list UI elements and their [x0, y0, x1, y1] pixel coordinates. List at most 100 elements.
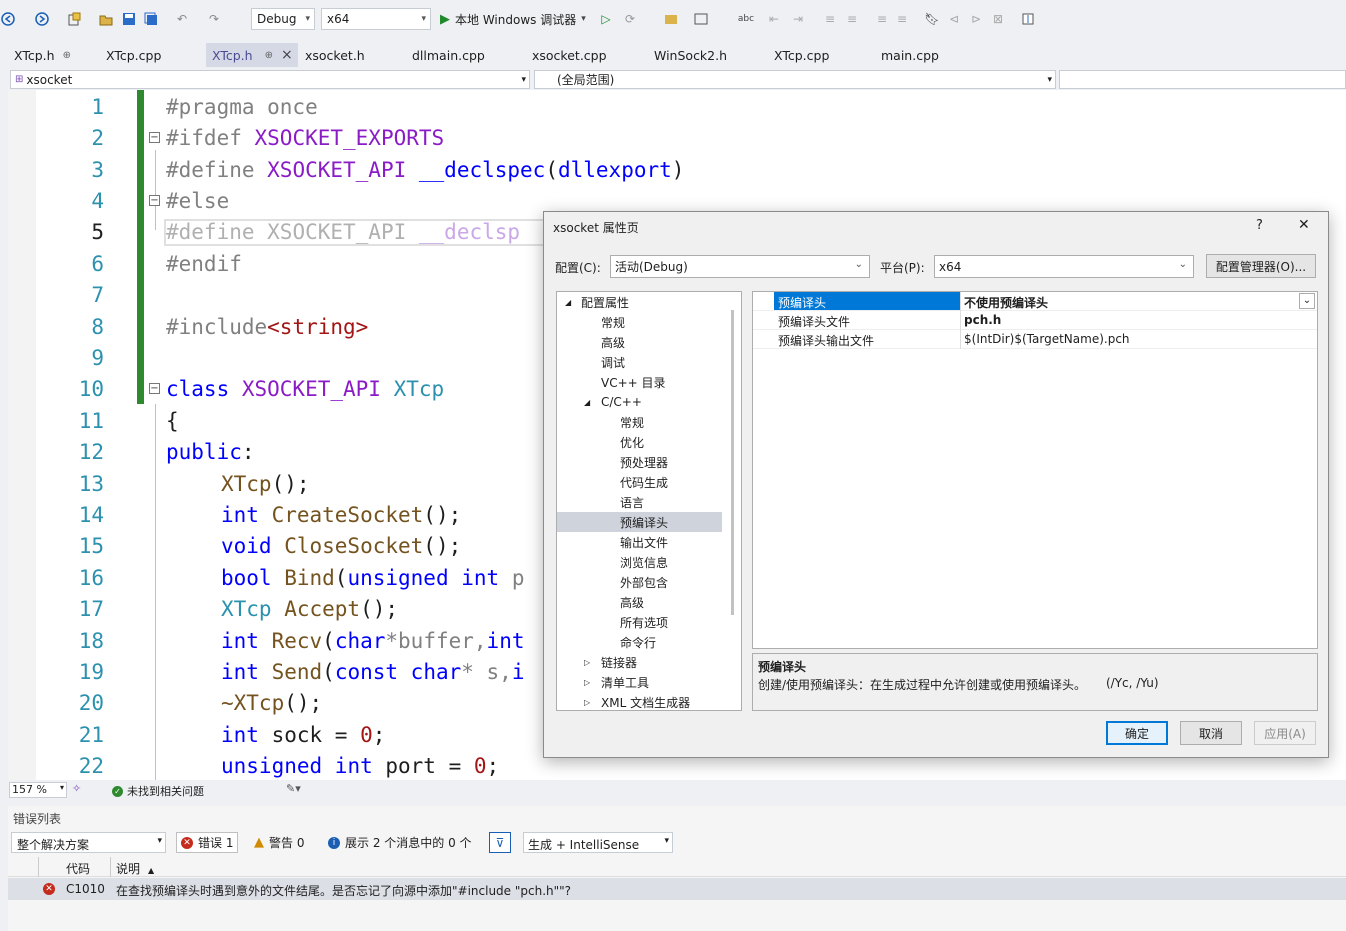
start-debug-button[interactable]: ▶ 本地 Windows 调试器 ▾: [440, 8, 600, 30]
close-icon[interactable]: ×: [281, 47, 293, 63]
tree-node-cpp[interactable]: ◢ C/C++: [584, 392, 642, 412]
tab-xtcp-cpp[interactable]: XTcp.cpp: [100, 43, 196, 67]
collapsed-icon[interactable]: ▷: [584, 678, 601, 687]
warnings-filter-button[interactable]: ▲ 警告 0: [250, 832, 308, 853]
tree-node-optimization[interactable]: 优化: [620, 432, 644, 452]
tree-node-manifest-tool[interactable]: ▷ 清单工具: [584, 672, 649, 692]
clear-bookmark-icon[interactable]: ⊠: [990, 8, 1006, 30]
solution-explorer-icon[interactable]: [662, 8, 680, 30]
build-filter-dropdown[interactable]: 生成 + IntelliSense ▾: [523, 832, 673, 853]
cancel-button[interactable]: 取消: [1180, 721, 1242, 745]
hot-reload-icon[interactable]: ⟳: [622, 8, 638, 30]
tree-node-vc-directories[interactable]: VC++ 目录: [601, 372, 666, 392]
outdent-icon[interactable]: ⇥: [790, 8, 806, 30]
expanded-icon[interactable]: ◢: [565, 298, 581, 307]
tree-node-precompiled-headers[interactable]: 预编译头: [557, 512, 722, 532]
copilot-icon[interactable]: ✧: [72, 782, 81, 795]
platform-dropdown[interactable]: x64 ▾: [321, 8, 431, 30]
indent-icon[interactable]: ⇤: [766, 8, 782, 30]
pin-icon[interactable]: ⊕: [63, 50, 71, 61]
collapse-icon[interactable]: −: [149, 383, 160, 394]
tab-winsock2-h[interactable]: WinSock2.h: [648, 43, 764, 67]
messages-filter-button[interactable]: i 展示 2 个消息中的 0 个: [324, 832, 476, 853]
tree-node-browse-info[interactable]: 浏览信息: [620, 552, 668, 572]
close-button[interactable]: ✕: [1298, 217, 1310, 233]
column-header-code[interactable]: 代码: [66, 860, 90, 877]
tab-xtcp-cpp-2[interactable]: XTcp.cpp: [768, 43, 872, 67]
tab-xtcp-h-active[interactable]: XTcp.h ⊕ ×: [206, 43, 298, 67]
spellcheck-icon[interactable]: abc: [738, 8, 754, 30]
property-row-pch-file[interactable]: 预编译头文件 pch.h: [753, 311, 1317, 330]
member-dropdown[interactable]: [1059, 70, 1346, 89]
forward-icon[interactable]: [34, 8, 50, 30]
tree-node-language[interactable]: 语言: [620, 492, 644, 512]
format2-icon[interactable]: ≡: [894, 8, 910, 30]
tab-main-cpp[interactable]: main.cpp: [875, 43, 981, 67]
extensions-icon[interactable]: [1020, 8, 1036, 30]
back-icon[interactable]: [0, 8, 16, 30]
apply-button[interactable]: 应用(A): [1254, 721, 1316, 745]
tree-node-command-line[interactable]: 命令行: [620, 632, 656, 652]
property-tree[interactable]: ◢ 配置属性 常规 高级 调试 VC++ 目录 ◢ C/C++ 常规 优化 预处理器…: [556, 291, 742, 711]
ok-button[interactable]: 确定: [1106, 721, 1168, 745]
help-button[interactable]: ?: [1256, 218, 1263, 233]
tab-xsocket-h[interactable]: xsocket.h: [299, 43, 401, 67]
tree-node-all-options[interactable]: 所有选项: [620, 612, 668, 632]
tab-xtcp-h[interactable]: XTcp.h ⊕: [8, 43, 90, 67]
collapse-icon[interactable]: −: [149, 132, 160, 143]
tree-node-output-files[interactable]: 输出文件: [620, 532, 668, 552]
layout-icon[interactable]: [692, 8, 710, 30]
issues-indicator[interactable]: ✓ 未找到相关问题: [112, 783, 204, 799]
tree-node-xml-doc-generator[interactable]: ▷ XML 文档生成器: [584, 692, 690, 710]
expanded-icon[interactable]: ◢: [584, 398, 601, 407]
save-all-icon[interactable]: [143, 8, 159, 30]
column-header-desc[interactable]: 说明 ▲: [116, 860, 154, 877]
prev-bookmark-icon[interactable]: ⊲: [946, 8, 962, 30]
scope-dropdown[interactable]: (全局范围) ▾: [534, 70, 1056, 89]
tree-node-config-properties[interactable]: ◢ 配置属性: [565, 292, 629, 312]
property-row-pch[interactable]: 预编译头 不使用预编译头 ⌄: [753, 292, 1317, 311]
next-bookmark-icon[interactable]: ⊳: [968, 8, 984, 30]
format-icon[interactable]: ≡: [874, 8, 890, 30]
property-grid[interactable]: 预编译头 不使用预编译头 ⌄ 预编译头文件 pch.h 预编译头输出文件 $(I…: [752, 291, 1318, 649]
scope-dropdown[interactable]: 整个解决方案 ▾: [11, 832, 166, 853]
pin-icon[interactable]: ⊕: [265, 50, 273, 61]
tab-xsocket-cpp[interactable]: xsocket.cpp: [526, 43, 642, 67]
tab-dllmain-cpp[interactable]: dllmain.cpp: [406, 43, 518, 67]
errors-filter-button[interactable]: ✕ 错误 1: [176, 832, 239, 853]
tree-node-linker[interactable]: ▷ 链接器: [584, 652, 637, 672]
tree-node-advanced[interactable]: 高级: [601, 332, 625, 352]
table-row[interactable]: ✕ C1010 在查找预编译头时遇到意外的文件结尾。是否忘记了向源中添加"#in…: [8, 878, 1346, 900]
zoom-dropdown[interactable]: 157 % ▾: [9, 782, 67, 798]
code-token: ();: [423, 503, 462, 527]
bookmark-icon[interactable]: 🔖︎: [924, 8, 940, 30]
collapse-icon[interactable]: −: [149, 195, 160, 206]
config-combobox[interactable]: 活动(Debug) ⌄: [610, 255, 870, 278]
scrollbar-thumb[interactable]: [731, 310, 734, 615]
config-dropdown[interactable]: Debug ▾: [251, 8, 315, 30]
tree-node-general[interactable]: 常规: [601, 312, 625, 332]
tree-node-external-includes[interactable]: 外部包含: [620, 572, 668, 592]
project-dropdown[interactable]: ⊞ xsocket ▾: [10, 70, 530, 89]
collapsed-icon[interactable]: ▷: [584, 658, 601, 667]
uncomment-icon[interactable]: ≡: [844, 8, 860, 30]
tree-node-cpp-general[interactable]: 常规: [620, 412, 644, 432]
undo-icon[interactable]: ↶: [174, 8, 190, 30]
platform-combobox[interactable]: x64 ⌄: [934, 255, 1194, 278]
tree-node-debugging[interactable]: 调试: [601, 352, 625, 372]
tree-node-cpp-advanced[interactable]: 高级: [620, 592, 644, 612]
filter-icon[interactable]: ⊽: [489, 832, 511, 853]
chevron-down-icon[interactable]: ⌄: [1299, 293, 1315, 309]
property-row-pch-output[interactable]: 预编译头输出文件 $(IntDir)$(TargetName).pch: [753, 330, 1317, 349]
open-folder-icon[interactable]: [98, 8, 114, 30]
comment-icon[interactable]: ≡: [822, 8, 838, 30]
tree-node-code-generation[interactable]: 代码生成: [620, 472, 668, 492]
cleanup-icon[interactable]: ✎▾: [286, 782, 301, 795]
collapsed-icon[interactable]: ▷: [584, 698, 601, 707]
new-project-icon[interactable]: [66, 8, 82, 30]
start-without-debug-icon[interactable]: ▷: [598, 8, 614, 30]
config-manager-button[interactable]: 配置管理器(O)...: [1206, 254, 1316, 278]
tree-node-preprocessor[interactable]: 预处理器: [620, 452, 668, 472]
redo-icon[interactable]: ↷: [206, 8, 222, 30]
save-icon[interactable]: [121, 8, 137, 30]
